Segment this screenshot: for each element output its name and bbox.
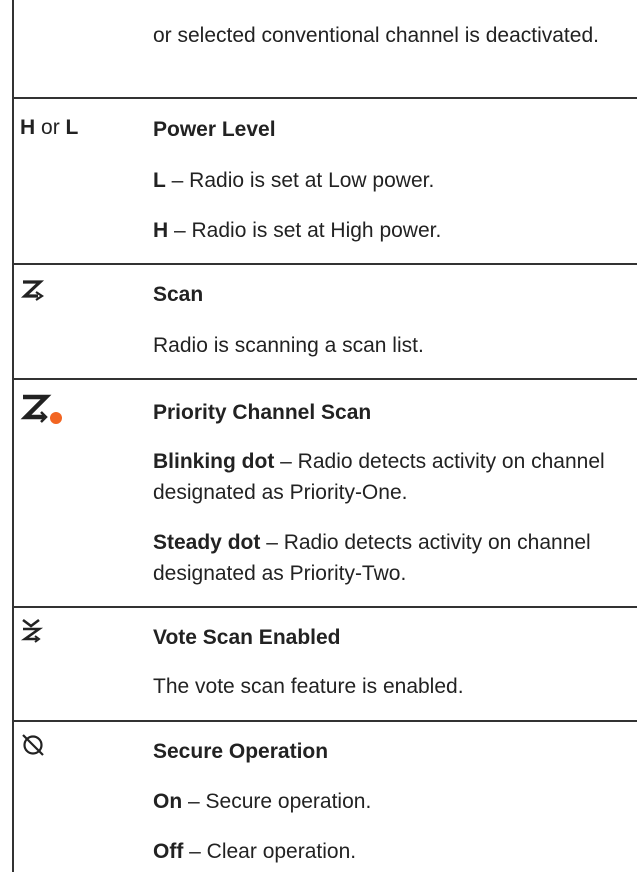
power-level-icon: H or L <box>20 112 78 143</box>
row-divider <box>12 97 637 99</box>
row-divider <box>12 720 637 722</box>
secure-operation-title: Secure Operation <box>153 740 329 763</box>
icon-connector: or <box>41 116 60 139</box>
secure-item-off: Off – Clear operation. <box>153 840 357 863</box>
power-level-item-high: H – Radio is set at High power. <box>153 219 442 242</box>
power-level-item-low: L – Radio is set at Low power. <box>153 169 435 192</box>
row-divider <box>12 263 637 265</box>
high-power-icon: H <box>20 116 36 139</box>
scan-desc: Radio is scanning a scan list. <box>153 334 424 357</box>
priority-channel-scan-icon <box>20 391 64 427</box>
scan-icon <box>20 278 50 302</box>
priority-item-steady: Steady dot – Radio detects activity on c… <box>153 531 591 585</box>
power-level-title: Power Level <box>153 118 276 141</box>
row-divider <box>12 378 637 380</box>
secure-operation-icon <box>20 732 46 758</box>
vote-scan-icon <box>20 617 50 643</box>
priority-item-blinking: Blinking dot – Radio detects activity on… <box>153 450 605 504</box>
low-power-icon: L <box>65 116 79 139</box>
scan-title: Scan <box>153 283 204 306</box>
secure-item-on: On – Secure operation. <box>153 790 372 813</box>
vote-scan-desc: The vote scan feature is enabled. <box>153 675 464 698</box>
priority-dot <box>50 412 62 424</box>
row-divider <box>12 606 637 608</box>
vote-scan-title: Vote Scan Enabled <box>153 626 341 649</box>
priority-channel-scan-title: Priority Channel Scan <box>153 401 372 424</box>
continuation-text: or selected conventional channel is deac… <box>153 24 599 47</box>
table-left-border <box>12 0 14 872</box>
